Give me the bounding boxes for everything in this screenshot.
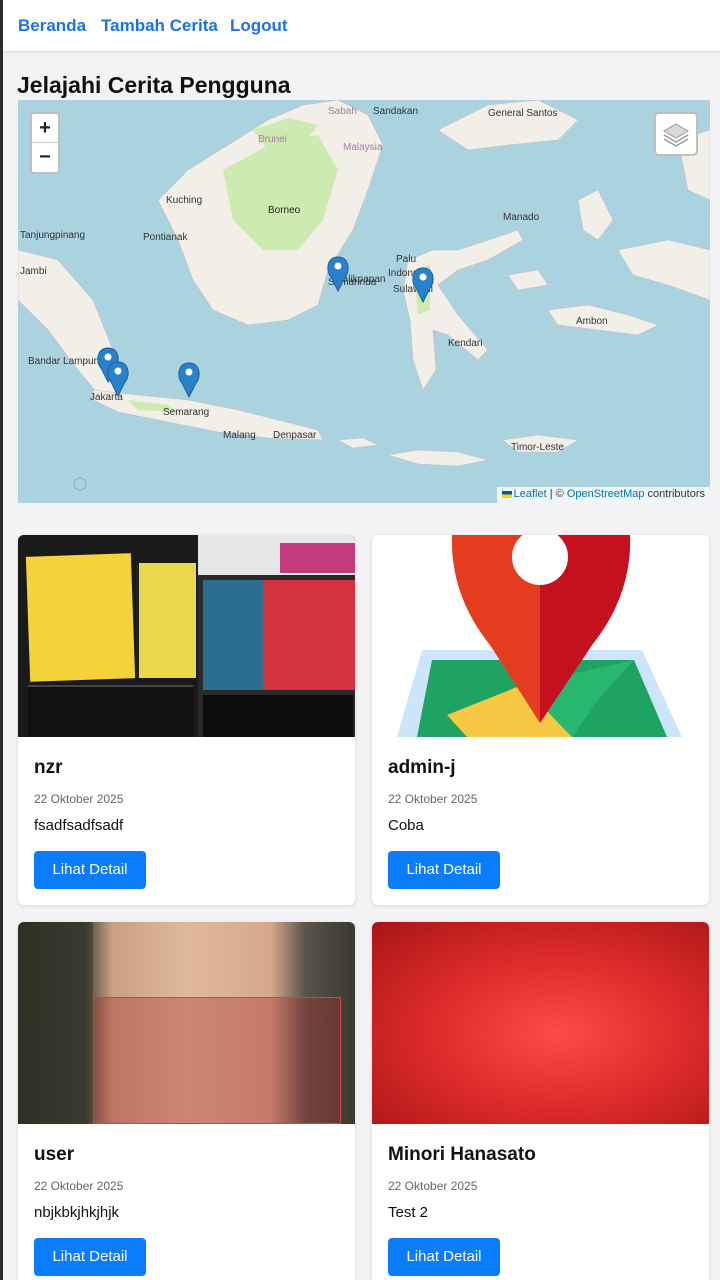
svg-text:Kendari: Kendari xyxy=(448,338,482,349)
detail-button[interactable]: Lihat Detail xyxy=(388,1238,500,1276)
osm-link[interactable]: OpenStreetMap xyxy=(567,488,645,500)
attribution-separator: | © xyxy=(546,488,567,500)
svg-text:Manado: Manado xyxy=(503,212,540,223)
svg-text:Borneo: Borneo xyxy=(268,205,301,216)
story-image-books xyxy=(18,535,355,737)
zoom-control: + − xyxy=(30,112,60,174)
detail-button[interactable]: Lihat Detail xyxy=(34,1238,146,1276)
story-card: nzr 22 Oktober 2025 fsadfsadfsadf Lihat … xyxy=(18,535,355,905)
nav-link-tambah-cerita[interactable]: Tambah Cerita xyxy=(101,16,218,36)
story-card: user 22 Oktober 2025 nbjkbkjhkjhjk Lihat… xyxy=(18,922,355,1280)
svg-text:Brunei: Brunei xyxy=(258,134,287,145)
top-navbar: Beranda Tambah Cerita Logout xyxy=(3,0,720,52)
svg-text:Malang: Malang xyxy=(223,430,256,441)
story-author: admin-j xyxy=(388,757,456,778)
window-edge xyxy=(0,0,3,1280)
layers-icon xyxy=(663,123,689,147)
svg-text:Tanjungpinang: Tanjungpinang xyxy=(20,230,85,241)
svg-text:Jambi: Jambi xyxy=(20,266,47,277)
nav-link-beranda[interactable]: Beranda xyxy=(18,16,86,36)
story-description: Test 2 xyxy=(388,1204,429,1221)
svg-text:Sandakan: Sandakan xyxy=(373,106,418,117)
story-image-wrist xyxy=(18,922,355,1124)
svg-text:Bandar Lampung: Bandar Lampung xyxy=(28,356,105,367)
story-map[interactable]: Sabah Sandakan General Santos Brunei Mal… xyxy=(18,100,710,503)
story-image-map-pin xyxy=(372,535,709,737)
attribution-suffix: contributors xyxy=(644,488,705,500)
svg-text:Malaysia: Malaysia xyxy=(343,142,383,153)
svg-text:Timor-Leste: Timor-Leste xyxy=(511,442,564,453)
leaflet-link[interactable]: Leaflet xyxy=(514,488,547,500)
story-author: Minori Hanasato xyxy=(388,1144,536,1165)
layers-button[interactable] xyxy=(654,112,698,156)
story-date: 22 Oktober 2025 xyxy=(388,792,478,806)
svg-text:General Santos: General Santos xyxy=(488,108,558,119)
story-description: Coba xyxy=(388,817,424,834)
detail-button[interactable]: Lihat Detail xyxy=(34,851,146,889)
story-date: 22 Oktober 2025 xyxy=(34,1179,124,1193)
story-description: nbjkbkjhkjhjk xyxy=(34,1204,120,1221)
svg-text:Sabah: Sabah xyxy=(328,106,357,117)
svg-text:Kuching: Kuching xyxy=(166,195,202,206)
story-date: 22 Oktober 2025 xyxy=(388,1179,478,1193)
story-card: Minori Hanasato 22 Oktober 2025 Test 2 L… xyxy=(372,922,709,1280)
story-date: 22 Oktober 2025 xyxy=(34,792,124,806)
nav-link-logout[interactable]: Logout xyxy=(230,16,288,36)
detail-button[interactable]: Lihat Detail xyxy=(388,851,500,889)
svg-text:Palu: Palu xyxy=(396,254,416,265)
zoom-out-button[interactable]: − xyxy=(32,143,58,172)
story-card: admin-j 22 Oktober 2025 Coba Lihat Detai… xyxy=(372,535,709,905)
svg-text:Pontianak: Pontianak xyxy=(143,232,188,243)
map-pin-illustration-icon xyxy=(397,535,682,737)
svg-text:Denpasar: Denpasar xyxy=(273,430,317,441)
story-image-red xyxy=(372,922,709,1124)
story-description: fsadfsadfsadf xyxy=(34,817,124,834)
svg-text:Semarang: Semarang xyxy=(163,407,209,418)
story-author: user xyxy=(34,1144,75,1165)
story-author: nzr xyxy=(34,757,63,778)
ukraine-flag-icon xyxy=(501,490,512,498)
page-title: Jelajahi Cerita Pengguna xyxy=(17,72,291,98)
map-tiles: Sabah Sandakan General Santos Brunei Mal… xyxy=(18,100,710,503)
svg-text:Ambon: Ambon xyxy=(576,316,608,327)
map-attribution: Leaflet | © OpenStreetMap contributors xyxy=(496,487,710,503)
zoom-in-button[interactable]: + xyxy=(32,114,58,143)
